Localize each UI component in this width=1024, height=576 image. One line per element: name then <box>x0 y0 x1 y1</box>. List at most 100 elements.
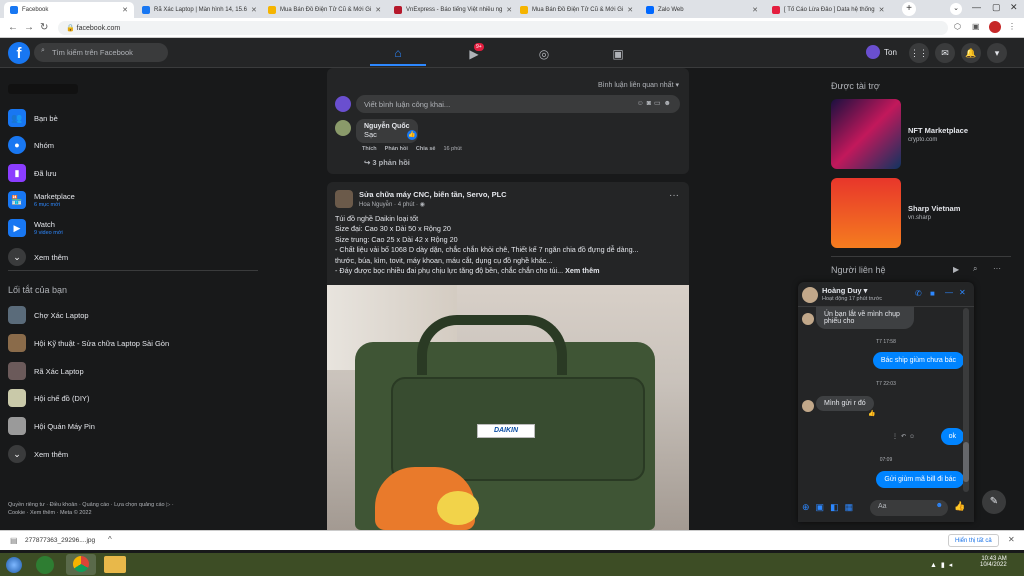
message-actions-icon[interactable]: ⋮↶☺ <box>892 433 918 440</box>
tab-favicon-icon <box>10 6 18 14</box>
close-icon[interactable]: ✕ <box>959 288 966 297</box>
browser-tab[interactable]: Zalo Web ✕ <box>640 2 764 18</box>
emoji-icon[interactable]: ☺◙▭☻ <box>637 99 674 107</box>
clock[interactable]: 10:43 AM 10/4/2022 <box>980 556 1007 568</box>
sidebar-item-saved[interactable]: ▮ Đã lưu <box>8 164 57 182</box>
messenger-button[interactable]: ✉ <box>935 43 955 63</box>
watch-tab[interactable]: ▶ 9+ <box>446 42 502 66</box>
minimize-icon[interactable]: — <box>945 288 953 297</box>
browser-tab[interactable]: Rã Xác Laptop | Màn hình 14, 15.6 ✕ <box>136 2 260 18</box>
shortcut-item[interactable]: Rã Xác Laptop <box>8 362 84 380</box>
sidebar-item-watch[interactable]: ▶ Watch 9 video mới <box>8 219 63 237</box>
reload-icon[interactable]: ↻ <box>40 22 48 33</box>
image-icon[interactable]: ▣ <box>816 502 825 513</box>
browser-tab[interactable]: Mua Bán Đồ Điện Tử Cũ & Mới Gi ✕ <box>514 2 638 18</box>
sidebar-item-groups[interactable]: ● Nhóm <box>8 136 54 154</box>
close-icon[interactable]: ✕ <box>1008 535 1015 544</box>
sidebar-item-see-more[interactable]: ⌄ Xem thêm <box>8 248 68 266</box>
more-options-icon[interactable]: ··· <box>669 190 679 201</box>
close-icon[interactable]: ✕ <box>375 6 381 14</box>
account-button[interactable]: ▾ <box>987 43 1007 63</box>
new-tab-button[interactable]: + <box>902 2 916 16</box>
close-icon[interactable]: ✕ <box>752 6 758 14</box>
comment-input[interactable]: Viết bình luận công khai... ☺◙▭☻ <box>356 95 680 113</box>
share-link[interactable]: Chia sẻ <box>416 146 436 152</box>
search-icon[interactable]: ⌕ <box>973 264 977 274</box>
plus-icon[interactable]: ⊕ <box>802 502 810 513</box>
show-all-downloads-button[interactable]: Hiển thị tất cả <box>948 534 999 547</box>
gaming-tab[interactable]: ▣ <box>590 42 646 66</box>
emoji-icon[interactable]: ☻ <box>936 502 943 509</box>
previous-post-card: Bình luận liên quan nhất ▾ Viết bình luậ… <box>327 68 689 174</box>
tab-favicon-icon <box>142 6 150 14</box>
start-button[interactable] <box>6 557 22 573</box>
split-view-icon[interactable]: ▣ <box>972 22 980 31</box>
maximize-icon[interactable]: ▢ <box>992 2 1001 13</box>
shortcut-item[interactable]: Hội chế đồ (DIY) <box>8 389 89 407</box>
sidebar-item-friends[interactable]: 👥 Bạn bè <box>8 109 58 127</box>
shortcut-item[interactable]: Hội Quán Máy Pin <box>8 417 95 435</box>
video-icon[interactable]: ■ <box>930 289 935 298</box>
home-tab[interactable]: ⌂ <box>370 42 426 66</box>
gif-icon[interactable]: ▦ <box>845 502 854 513</box>
ad-title[interactable]: NFT Marketplace <box>908 126 968 135</box>
ad-title[interactable]: Sharp Vietnam <box>908 204 960 213</box>
group-name[interactable]: Sửa chữa máy CNC, biến tần, Servo, PLC <box>359 190 507 199</box>
close-window-icon[interactable]: ✕ <box>1010 2 1018 13</box>
more-options-icon[interactable]: ··· <box>993 264 1001 273</box>
close-icon[interactable]: ✕ <box>251 6 257 14</box>
tab-search-icon[interactable]: ⌄ <box>950 3 962 15</box>
message-input[interactable]: Aa ☻ <box>870 500 948 516</box>
view-replies-link[interactable]: ↪ 3 phản hồi <box>364 158 410 167</box>
close-icon[interactable]: ✕ <box>506 6 512 14</box>
browser-tab[interactable]: [ Tố Cáo Lừa Đảo ] Data hệ thống ✕ <box>766 2 890 18</box>
footer-links[interactable]: Quyền riêng tư · Điều khoản · Quảng cáo … <box>8 501 178 517</box>
close-icon[interactable]: ✕ <box>122 6 128 14</box>
notifications-button[interactable]: 🔔 <box>961 43 981 63</box>
new-message-button[interactable]: ✎ <box>982 490 1006 514</box>
search-input[interactable]: ⌕ Tìm kiếm trên Facebook <box>34 43 168 62</box>
video-call-icon[interactable]: ▶ <box>953 265 959 274</box>
group-avatar[interactable] <box>335 190 353 208</box>
ad-image[interactable] <box>831 178 901 248</box>
extensions-icon[interactable]: ⬡ <box>954 22 961 31</box>
friends-icon: 👥 <box>8 109 26 127</box>
profile-avatar[interactable] <box>989 21 1001 33</box>
browser-tab[interactable]: VnExpress - Báo tiếng Việt nhiều ng ✕ <box>388 2 512 18</box>
scrollbar-thumb[interactable] <box>963 442 969 482</box>
like-link[interactable]: Thích <box>362 146 377 152</box>
facebook-logo[interactable]: f <box>8 42 30 64</box>
reply-link[interactable]: Phản hồi <box>385 146 408 152</box>
groups-tab[interactable]: ◎ <box>516 42 572 66</box>
chat-contact-name[interactable]: Hoàng Duy ▾ <box>822 286 867 295</box>
sidebar-item-marketplace[interactable]: 🏪 Marketplace 6 mục mới <box>8 191 75 209</box>
comment-sort[interactable]: Bình luận liên quan nhất ▾ <box>598 81 679 89</box>
folder-icon[interactable] <box>104 556 126 573</box>
taskbar-app-icon[interactable] <box>36 556 54 574</box>
close-icon[interactable]: ✕ <box>627 6 633 14</box>
profile-button[interactable]: Ton <box>866 45 897 59</box>
shortcut-item[interactable]: Hội Kỹ thuật - Sửa chữa Laptop Sài Gòn <box>8 334 169 352</box>
shortcut-item[interactable]: Chợ Xác Laptop <box>8 306 89 324</box>
back-icon[interactable]: ← <box>8 22 18 33</box>
chat-status: Hoạt động 17 phút trước <box>822 296 883 302</box>
ad-image[interactable] <box>831 99 901 169</box>
chevron-up-icon[interactable]: ^ <box>108 535 112 544</box>
phone-icon[interactable]: ✆ <box>915 289 922 298</box>
sticker-icon[interactable]: ◧ <box>830 502 839 513</box>
like-send-icon[interactable]: 👍 <box>954 501 965 512</box>
browser-tab[interactable]: Facebook ✕ <box>4 2 134 18</box>
url-input[interactable]: 🔒 facebook.com <box>58 21 948 35</box>
download-filename[interactable]: 277877363_29296....jpg <box>25 537 95 544</box>
post-photo[interactable]: DAIKIN <box>327 285 689 530</box>
browser-tab[interactable]: Mua Bán Đồ Điện Tử Cũ & Mới Gi ✕ <box>262 2 386 18</box>
close-icon[interactable]: ✕ <box>879 6 885 14</box>
shortcut-see-more[interactable]: ⌄ Xem thêm <box>8 445 68 463</box>
tray-icons[interactable]: ▲▮◂ <box>930 561 956 569</box>
see-more-link[interactable]: Xem thêm <box>565 266 599 275</box>
menu-button[interactable]: ⋮⋮ <box>909 43 929 63</box>
minimize-icon[interactable]: — <box>972 2 981 12</box>
browser-menu-icon[interactable]: ⋮ <box>1008 22 1016 31</box>
forward-icon[interactable]: → <box>24 22 34 33</box>
taskbar-chrome-button[interactable] <box>66 554 96 575</box>
